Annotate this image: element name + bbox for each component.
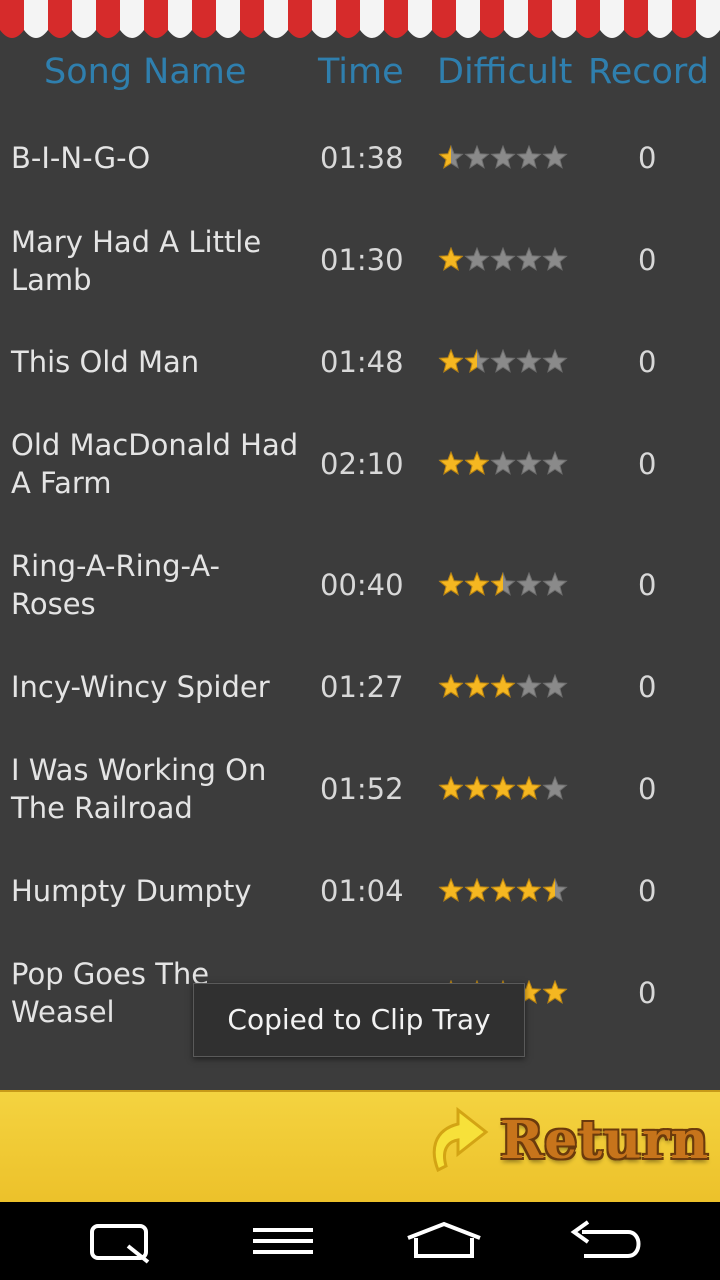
song-row[interactable]: Mary Had A Little Lamb 01:30 0 (0, 208, 720, 310)
song-row[interactable]: Old MacDonald Had A Farm 02:10 0 (0, 412, 720, 514)
song-record: 0 (638, 772, 657, 806)
star-filled-icon (491, 674, 515, 698)
star-icon (542, 145, 568, 169)
awning-decoration (0, 0, 720, 44)
difficulty-stars (438, 572, 568, 596)
star-filled-icon (465, 878, 489, 902)
return-button[interactable]: Return (418, 1092, 708, 1204)
header-song-name: Song Name (44, 52, 247, 92)
star-icon (490, 451, 516, 475)
difficulty-stars (438, 349, 568, 373)
star-filled-icon (465, 451, 489, 475)
star-icon (542, 247, 568, 271)
star-filled-icon (517, 776, 541, 800)
back-button[interactable] (566, 1216, 646, 1266)
song-time: 01:48 (320, 345, 404, 379)
recent-apps-icon (90, 1224, 150, 1264)
song-record: 0 (638, 141, 657, 175)
curved-arrow-icon (432, 1106, 489, 1173)
star-filled-icon (439, 878, 463, 902)
song-record: 0 (638, 345, 657, 379)
star-filled-icon (439, 572, 463, 596)
difficulty-stars (438, 451, 568, 475)
star-icon (516, 247, 542, 271)
star-filled-icon (543, 980, 567, 1004)
star-icon (542, 776, 568, 800)
song-time: 01:52 (320, 772, 404, 806)
difficulty-stars (438, 674, 568, 698)
star-icon (542, 674, 568, 698)
star-filled-icon (491, 878, 515, 902)
song-name: I Was Working On The Railroad (11, 753, 267, 825)
song-record: 0 (638, 243, 657, 277)
song-row[interactable]: Humpty Dumpty 01:04 0 (0, 838, 720, 940)
star-filled-icon (491, 776, 515, 800)
difficulty-stars (438, 145, 568, 169)
star-filled-icon (465, 776, 489, 800)
star-icon (516, 674, 542, 698)
star-filled-icon (465, 572, 489, 596)
star-filled-icon (439, 674, 463, 698)
song-name: Humpty Dumpty (11, 874, 252, 908)
song-record: 0 (638, 447, 657, 481)
header-record: Record (588, 52, 709, 92)
star-icon (542, 572, 568, 596)
star-icon (516, 349, 542, 373)
footer-bar: Return (0, 1090, 720, 1204)
difficulty-stars (438, 878, 568, 902)
song-row[interactable]: This Old Man 01:48 0 (0, 310, 720, 412)
song-record: 0 (638, 874, 657, 908)
back-icon (570, 1220, 641, 1258)
star-filled-icon (439, 776, 463, 800)
star-filled-icon (439, 451, 463, 475)
song-time: 00:40 (320, 568, 404, 602)
song-time: 01:27 (320, 670, 404, 704)
home-icon (407, 1221, 481, 1258)
song-time: 01:38 (320, 141, 404, 175)
difficulty-stars (438, 776, 568, 800)
song-row[interactable]: Ring-A-Ring-A-Roses 00:40 0 (0, 514, 720, 634)
star-icon (490, 349, 516, 373)
toast-message: Copied to Clip Tray (193, 983, 525, 1057)
star-icon (490, 145, 516, 169)
star-icon (490, 247, 516, 271)
table-header: Song Name Time Difficult Record (0, 50, 720, 94)
star-icon (542, 349, 568, 373)
star-icon (542, 451, 568, 475)
star-filled-icon (517, 878, 541, 902)
song-time: 01:04 (320, 874, 404, 908)
header-difficult: Difficult (437, 52, 573, 92)
song-name: This Old Man (11, 345, 200, 379)
star-icon (464, 145, 490, 169)
menu-button[interactable] (243, 1216, 323, 1266)
song-time: 02:10 (320, 447, 404, 481)
star-icon (464, 247, 490, 271)
song-record: 0 (638, 568, 657, 602)
star-filled-icon (465, 674, 489, 698)
star-icon (516, 572, 542, 596)
song-row[interactable]: B-I-N-G-O 01:38 0 (0, 106, 720, 208)
song-name: Ring-A-Ring-A-Roses (11, 549, 220, 621)
menu-icon (253, 1228, 313, 1254)
song-name: Mary Had A Little Lamb (11, 225, 262, 297)
return-label: Return (500, 1110, 710, 1171)
song-row[interactable]: I Was Working On The Railroad 01:52 0 (0, 736, 720, 838)
song-record: 0 (638, 976, 657, 1010)
star-icon (516, 451, 542, 475)
song-record: 0 (638, 670, 657, 704)
star-filled-icon (439, 349, 463, 373)
recent-apps-button[interactable] (80, 1216, 160, 1266)
star-icon (516, 145, 542, 169)
system-navbar (0, 1202, 720, 1280)
song-row[interactable]: Incy-Wincy Spider 01:27 0 (0, 634, 720, 736)
song-name: Old MacDonald Had A Farm (11, 428, 299, 500)
song-name: Incy-Wincy Spider (11, 670, 270, 704)
difficulty-stars (438, 247, 568, 271)
song-name: B-I-N-G-O (11, 141, 151, 175)
home-button[interactable] (404, 1216, 484, 1266)
header-time: Time (318, 52, 404, 92)
star-filled-icon (439, 247, 463, 271)
song-time: 01:30 (320, 243, 404, 277)
